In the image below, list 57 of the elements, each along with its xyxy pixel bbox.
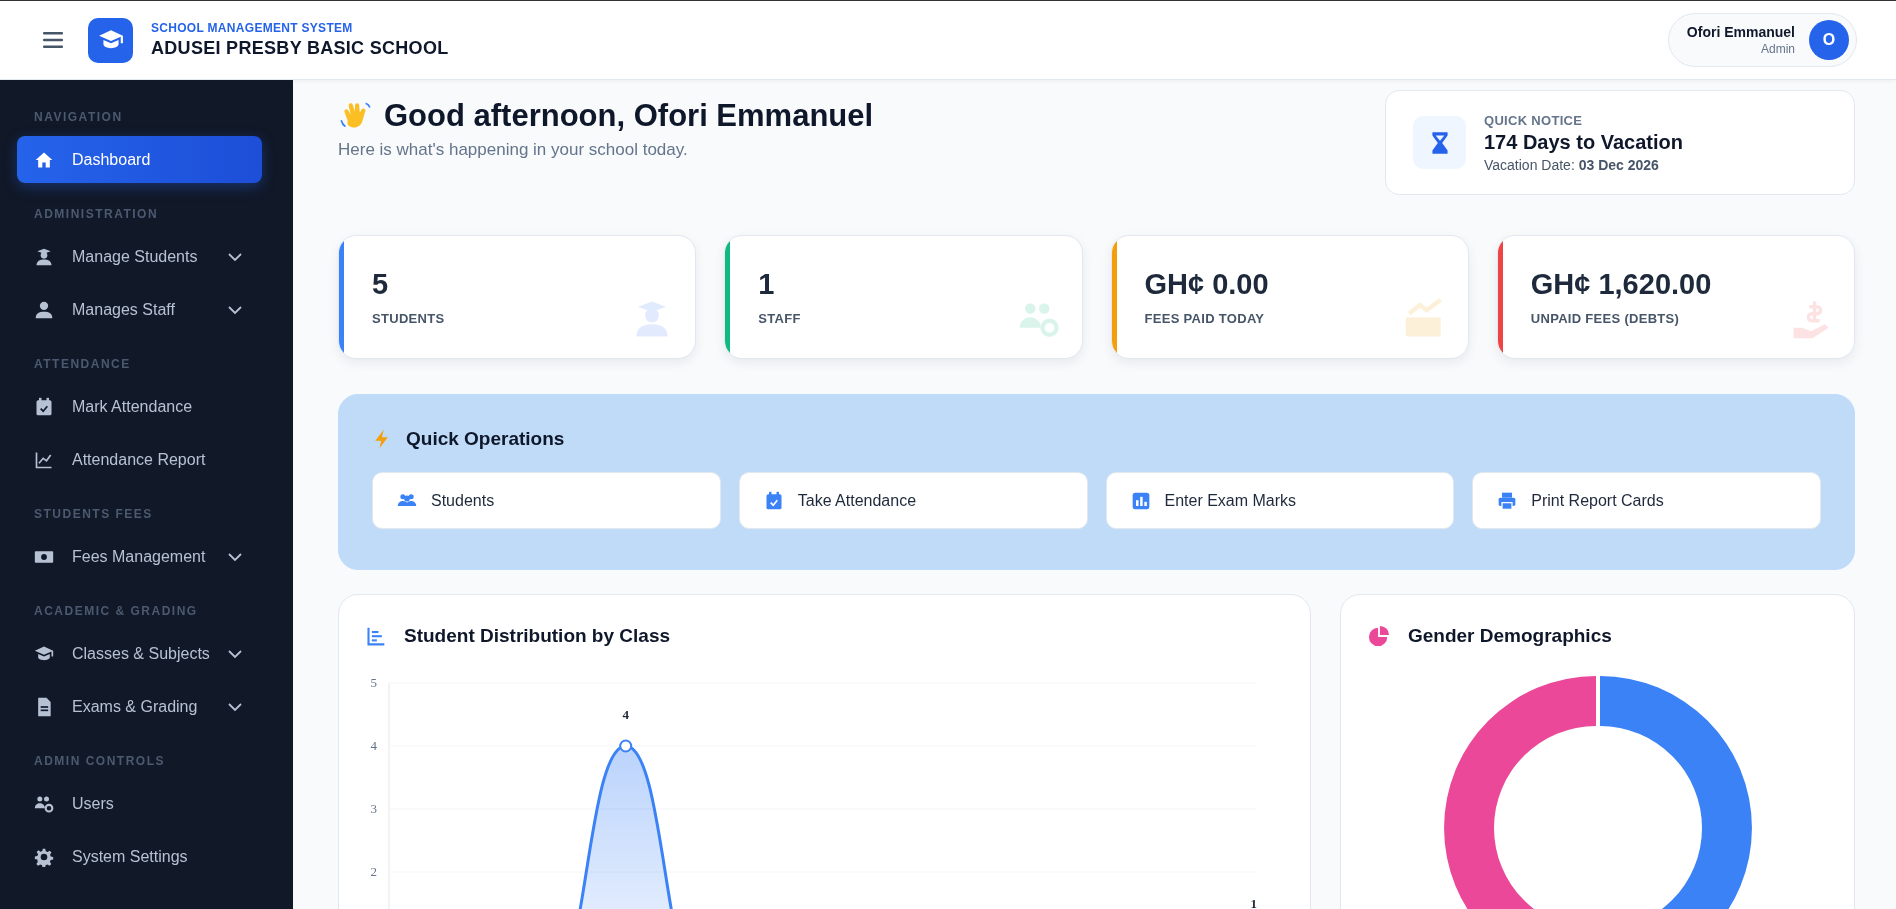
data-label: 1 — [1250, 896, 1257, 909]
quick-action-button[interactable]: Take Attendance — [738, 472, 1088, 529]
stat-label: FEES PAID TODAY — [1144, 311, 1266, 326]
data-point — [619, 739, 633, 753]
notice-detail: Vacation Date: 03 Dec 2026 — [1484, 156, 1660, 173]
school-name: ADUSEI PRESBY BASIC SCHOOL — [151, 38, 449, 59]
axis-tick-label: 5 — [370, 675, 377, 690]
section-label: ADMINISTRATION — [33, 206, 160, 223]
calendar-check-icon — [34, 396, 54, 417]
user-name: Ofori Emmanuel — [1686, 24, 1795, 40]
quick-action-button[interactable]: Print Report Cards — [1472, 472, 1821, 529]
stat-value: 1 — [758, 268, 776, 301]
greeting-subtitle: Here is what's happening in your school today. — [338, 140, 689, 160]
settings-icon — [34, 846, 54, 867]
sidebar-item[interactable]: System Settings — [17, 833, 262, 880]
section-label: ATTENDANCE — [33, 356, 132, 373]
stat-value: GH¢ 1,620.00 — [1530, 268, 1712, 301]
greeting-title: Good afternoon, Ofori Emmanuel — [384, 98, 874, 134]
section-label: NAVIGATION — [33, 109, 124, 126]
bar-chart-icon — [1130, 490, 1151, 511]
user-role: Admin — [1760, 42, 1795, 56]
section-label: ADMIN CONTROLS — [33, 753, 166, 770]
sidebar-item[interactable]: Fees Management — [17, 533, 262, 580]
stat-label: STAFF — [758, 311, 801, 326]
axis-tick-label: 3 — [370, 801, 377, 816]
card-title: Gender Demographics — [1408, 625, 1612, 647]
axis-tick-label: 4 — [370, 738, 377, 753]
sidebar-item[interactable]: Classes & Subjects — [17, 630, 262, 677]
chart-icon — [366, 626, 386, 646]
data-label: 4 — [622, 707, 629, 722]
sidebar-item[interactable]: Mark Attendance — [17, 383, 262, 430]
section-label: ACADEMIC & GRADING — [33, 603, 199, 620]
stat-label: STUDENTS — [372, 311, 445, 326]
sidebar-item[interactable]: Dashboard — [17, 136, 262, 183]
user-icon — [34, 299, 54, 320]
stat-value: 5 — [372, 268, 390, 301]
section-label: STUDENTS FEES — [33, 506, 154, 523]
stat-value: GH¢ 0.00 — [1144, 268, 1269, 301]
app-subtitle: SCHOOL MANAGEMENT SYSTEM — [151, 21, 354, 35]
notice-title: 174 Days to Vacation — [1484, 130, 1683, 154]
user-menu[interactable]: Ofori Emmanuel Admin O — [1667, 13, 1857, 67]
card-title: Student Distribution by Class — [404, 625, 671, 647]
avatar: O — [1809, 20, 1849, 60]
student-icon — [34, 246, 54, 267]
quick-action-button[interactable]: Enter Exam Marks — [1105, 472, 1455, 529]
quick-action-button[interactable]: Students — [372, 472, 721, 529]
sidebar-item[interactable]: Users — [17, 780, 262, 827]
sidebar-item[interactable]: Exams & Grading — [17, 683, 262, 730]
sidebar-item[interactable]: Manage Students — [17, 233, 262, 280]
printer-icon — [1497, 490, 1518, 511]
sidebar-item[interactable]: Attendance Report — [17, 436, 262, 483]
notice-label: QUICK NOTICE — [1484, 112, 1584, 128]
panel-title: Quick Operations — [406, 428, 565, 450]
pie-chart-icon — [1368, 625, 1390, 647]
stat-label: UNPAID FEES (DEBTS) — [1530, 311, 1681, 326]
sidebar-item[interactable]: Manages Staff — [17, 286, 262, 333]
axis-tick-label: 2 — [370, 864, 377, 879]
